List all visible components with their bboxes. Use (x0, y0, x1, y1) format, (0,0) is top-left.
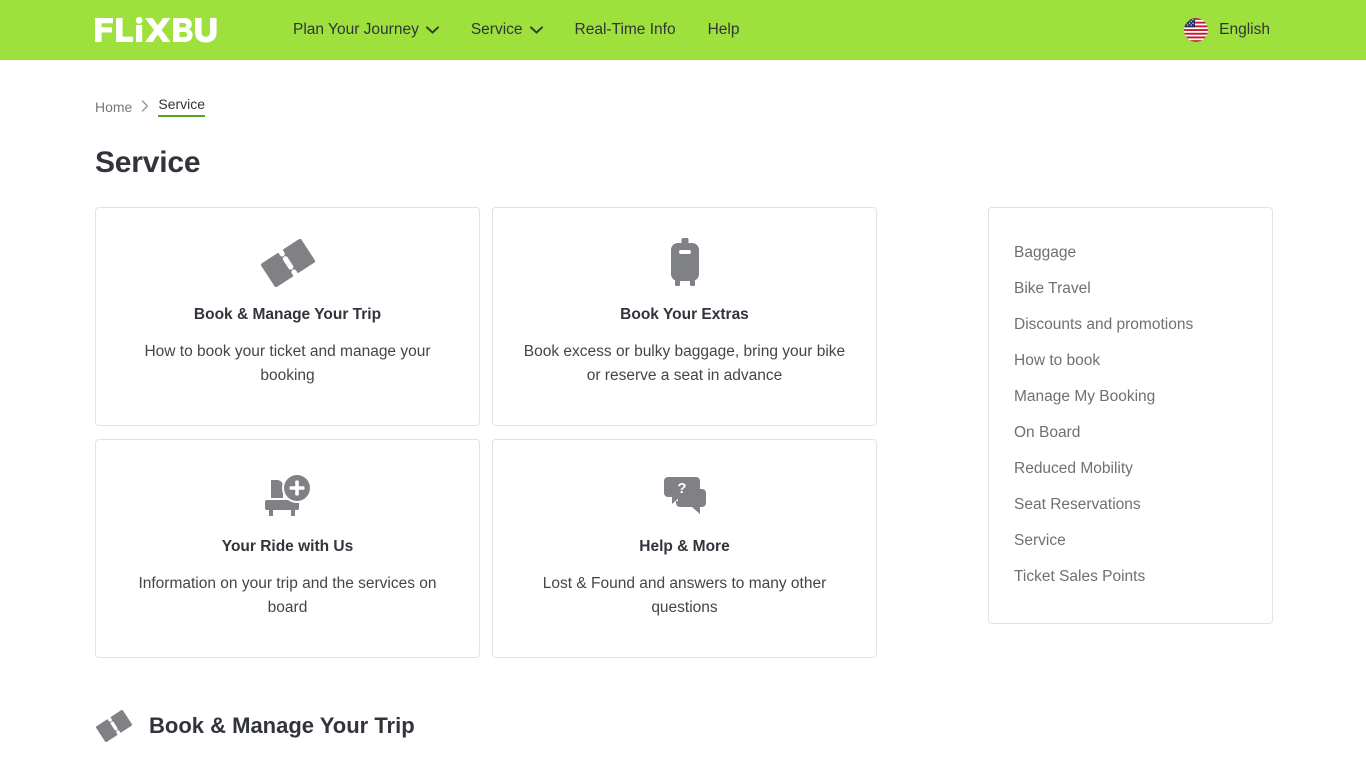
site-header: Plan Your Journey Service Real-Time Info… (0, 0, 1366, 60)
card-description: How to book your ticket and manage your … (144, 343, 431, 384)
section-book-manage-your-trip: Book & Manage Your Trip Ticket Booking O… (95, 707, 1271, 768)
nav-item-help[interactable]: Help (692, 22, 756, 38)
sidebar-item-how-to-book[interactable]: How to book (989, 343, 1272, 379)
suitcase-icon (661, 234, 709, 292)
sidebar-item-discounts-and-promotions[interactable]: Discounts and promotions (989, 307, 1272, 343)
service-card-your-ride-with-us[interactable]: Your Ride with Us Information on your tr… (95, 439, 480, 658)
sidebar-item-label: Service (1014, 532, 1066, 549)
question-chat-icon: ? (658, 466, 712, 524)
sidebar-item-on-board[interactable]: On Board (989, 415, 1272, 451)
service-cards-grid: Book & Manage Your Trip How to book your… (95, 207, 877, 658)
sidebar-item-baggage[interactable]: Baggage (989, 235, 1272, 271)
sidebar-item-label: Reduced Mobility (1014, 460, 1133, 477)
ticket-icon (95, 707, 133, 745)
sidebar-item-label: Bike Travel (1014, 280, 1091, 297)
sidebar-item-reduced-mobility[interactable]: Reduced Mobility (989, 451, 1272, 487)
card-title: Your Ride with Us (221, 538, 354, 555)
sidebar-item-label: Manage My Booking (1014, 388, 1156, 405)
service-card-book-your-extras[interactable]: Book Your Extras Book excess or bulky ba… (492, 207, 877, 426)
breadcrumb-home[interactable]: Home (95, 99, 132, 115)
svg-text:?: ? (677, 480, 686, 497)
language-label: English (1219, 21, 1270, 39)
flixbus-logo[interactable] (95, 17, 221, 43)
sidebar-item-label: Seat Reservations (1014, 496, 1141, 513)
card-title: Book Your Extras (620, 306, 749, 323)
ticket-icon (260, 234, 316, 292)
card-title: Book & Manage Your Trip (193, 306, 382, 323)
sidebar-item-manage-my-booking[interactable]: Manage My Booking (989, 379, 1272, 415)
nav-label: Service (470, 21, 523, 39)
sidebar-item-label: Ticket Sales Points (1014, 568, 1146, 585)
sidebar-item-label: Discounts and promotions (1014, 316, 1194, 333)
nav-item-plan-your-journey[interactable]: Plan Your Journey (293, 22, 455, 38)
nav-item-service[interactable]: Service (455, 22, 559, 38)
nav-label: Plan Your Journey (293, 21, 419, 39)
breadcrumb-current[interactable]: Service (158, 96, 206, 117)
service-card-help-and-more[interactable]: ? Help & More Lost & Found and answers t… (492, 439, 877, 658)
card-description: Book excess or bulky baggage, bring your… (523, 343, 846, 384)
content-row: Book & Manage Your Trip How to book your… (95, 207, 1273, 658)
page-title: Service (95, 146, 201, 179)
chevron-right-icon (141, 99, 149, 115)
card-description: Information on your trip and the service… (138, 575, 437, 616)
sidebar-item-label: On Board (1014, 424, 1081, 441)
card-description: Lost & Found and answers to many other q… (542, 575, 827, 616)
sidebar-item-label: Baggage (1014, 244, 1077, 261)
topics-sidebar: Baggage Bike Travel Discounts and promot… (988, 207, 1273, 624)
us-flag-icon (1184, 18, 1209, 42)
nav-label: Help (707, 21, 740, 39)
main-navigation: Plan Your Journey Service Real-Time Info… (293, 22, 755, 38)
nav-label: Real-Time Info (574, 21, 676, 39)
service-card-book-manage-your-trip[interactable]: Book & Manage Your Trip How to book your… (95, 207, 480, 426)
section-header: Book & Manage Your Trip (95, 707, 1271, 745)
page-container: Home Service Service Book & Manage Your … (0, 60, 1366, 768)
chevron-down-icon (529, 22, 543, 38)
sidebar-item-bike-travel[interactable]: Bike Travel (989, 271, 1272, 307)
card-title: Help & More (639, 538, 730, 555)
chevron-down-icon (425, 22, 439, 38)
section-title: Book & Manage Your Trip (149, 713, 415, 738)
sidebar-item-label: How to book (1014, 352, 1101, 369)
seat-plus-icon (261, 466, 315, 524)
sidebar-item-ticket-sales-points[interactable]: Ticket Sales Points (989, 559, 1272, 595)
nav-item-real-time-info[interactable]: Real-Time Info (559, 22, 692, 38)
sidebar-item-service[interactable]: Service (989, 523, 1272, 559)
breadcrumb: Home Service (95, 60, 1271, 117)
language-switcher[interactable]: English (1184, 18, 1270, 42)
sidebar-item-seat-reservations[interactable]: Seat Reservations (989, 487, 1272, 523)
